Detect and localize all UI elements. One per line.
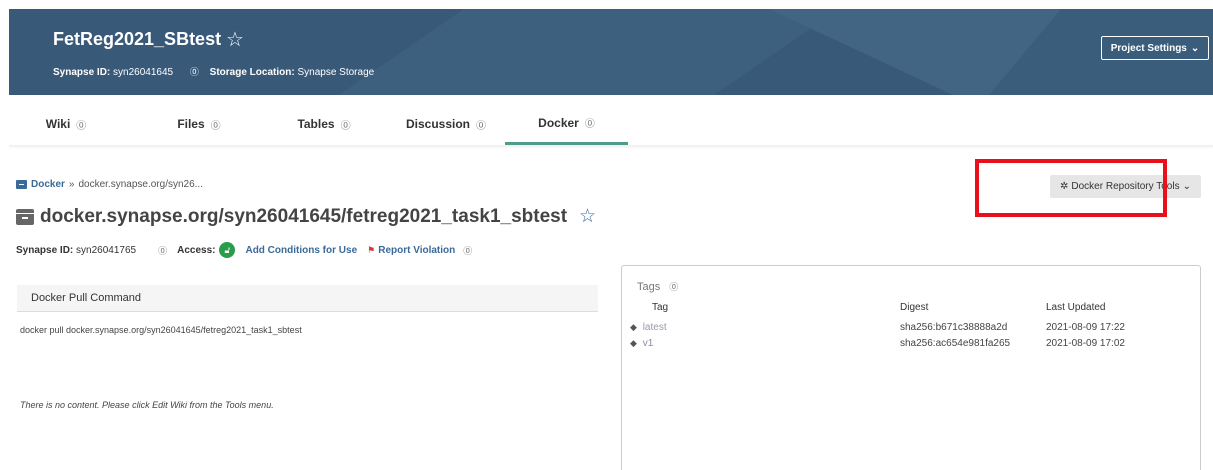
project-settings-button[interactable]: Project Settings ⌄ (1101, 36, 1209, 60)
tab-label: Docker (538, 115, 579, 130)
tab-tables[interactable]: Tables ⓪ (264, 103, 384, 145)
column-header-last-updated: Last Updated (1046, 302, 1106, 313)
tag-cell[interactable]: ◆ latest (630, 322, 667, 333)
project-meta: Synapse ID: syn26041645 ⓪ Storage Locati… (53, 65, 374, 78)
add-conditions-link[interactable]: Add Conditions for Use (245, 245, 357, 256)
synapse-id-value: syn26041765 (76, 244, 137, 256)
docker-box-icon (16, 208, 34, 225)
help-icon[interactable]: ⓪ (669, 282, 678, 292)
tab-label: Tables (297, 117, 335, 131)
column-header-tag: Tag (652, 302, 669, 313)
tab-discussion[interactable]: Discussion ⓪ (386, 103, 506, 145)
tab-label: Discussion (405, 117, 471, 131)
digest-cell: sha256:ac654e981fa265 (900, 338, 1011, 349)
digest-cell: sha256:b671c38888a2d (900, 322, 1008, 333)
wiki-empty-message: There is no content. Please click Edit W… (20, 400, 274, 410)
tag-icon: ◆ (630, 322, 637, 332)
pull-command-text[interactable]: docker pull docker.synapse.org/syn260416… (20, 325, 302, 335)
header-decoration (339, 9, 839, 95)
help-icon[interactable]: ⓪ (476, 117, 486, 132)
tab-label: Wiki (45, 117, 71, 131)
help-icon[interactable]: ⓪ (585, 115, 595, 130)
help-icon[interactable]: ⓪ (190, 65, 199, 78)
tags-title: Tags ⓪ (637, 280, 678, 293)
tag-name[interactable]: latest (643, 322, 667, 333)
tabs-divider (9, 145, 1213, 149)
tags-panel: Tags ⓪ Tag Digest Last Updated ◆ latest … (621, 265, 1201, 470)
tags-title-text: Tags (637, 281, 661, 293)
updated-cell: 2021-08-09 17:22 (1046, 322, 1125, 333)
tag-cell[interactable]: ◆ v1 (630, 338, 653, 349)
highlight-box (975, 159, 1167, 217)
storage-location-label: Storage Location: (209, 67, 295, 78)
project-title: FetReg2021_SBtest (53, 29, 222, 49)
flag-icon: ⚑ (367, 244, 376, 255)
tab-files[interactable]: Files ⓪ (144, 103, 254, 145)
tab-label: Files (177, 117, 205, 131)
help-icon[interactable]: ⓪ (211, 117, 221, 132)
synapse-id-label: Synapse ID: (16, 244, 74, 256)
breadcrumb: Docker » docker.synapse.org/syn26... (16, 179, 203, 190)
tag-name[interactable]: v1 (643, 338, 654, 349)
help-icon[interactable]: ⓪ (76, 117, 86, 132)
column-header-digest: Digest (900, 302, 929, 313)
breadcrumb-separator: » (68, 179, 75, 190)
favorite-star-icon[interactable]: ☆ (579, 205, 596, 228)
synapse-id-label: Synapse ID: (53, 67, 111, 78)
chevron-down-icon: ⌄ (1190, 42, 1200, 54)
breadcrumb-docker-link[interactable]: Docker (31, 179, 65, 190)
chevron-down-icon: ⌄ (1182, 181, 1191, 192)
help-icon[interactable]: ⓪ (341, 117, 351, 132)
favorite-star-icon[interactable]: ☆ (226, 27, 244, 52)
help-icon[interactable]: ⓪ (158, 244, 167, 257)
project-header: FetReg2021_SBtest ☆ Synapse ID: syn26041… (9, 9, 1213, 95)
docker-box-icon (16, 180, 27, 189)
help-icon[interactable]: ⓪ (463, 244, 472, 257)
tab-wiki[interactable]: Wiki ⓪ (16, 103, 116, 145)
project-settings-label: Project Settings (1110, 42, 1187, 54)
updated-cell: 2021-08-09 17:02 (1046, 338, 1125, 349)
breadcrumb-current: docker.synapse.org/syn26... (78, 179, 203, 190)
pull-command-header: Docker Pull Command (17, 285, 598, 312)
entity-title-row: docker.synapse.org/syn26041645/fetreg202… (16, 205, 596, 228)
synapse-id-value: syn26041645 (113, 67, 174, 78)
report-violation-link[interactable]: Report Violation (378, 245, 455, 256)
tag-icon: ◆ (630, 338, 637, 348)
project-tabs: Wiki ⓪ Files ⓪ Tables ⓪ Discussion ⓪ Doc… (9, 103, 1213, 145)
storage-location-value: Synapse Storage (297, 67, 375, 78)
entity-title: docker.synapse.org/syn26041645/fetreg202… (40, 205, 568, 227)
unlock-icon[interactable]: 🔓︎ (219, 242, 236, 258)
access-label: Access: (177, 244, 216, 256)
tab-docker[interactable]: Docker ⓪ (505, 103, 628, 145)
entity-meta: Synapse ID: syn26041765 ⓪ Access: 🔓︎ Add… (16, 242, 472, 258)
